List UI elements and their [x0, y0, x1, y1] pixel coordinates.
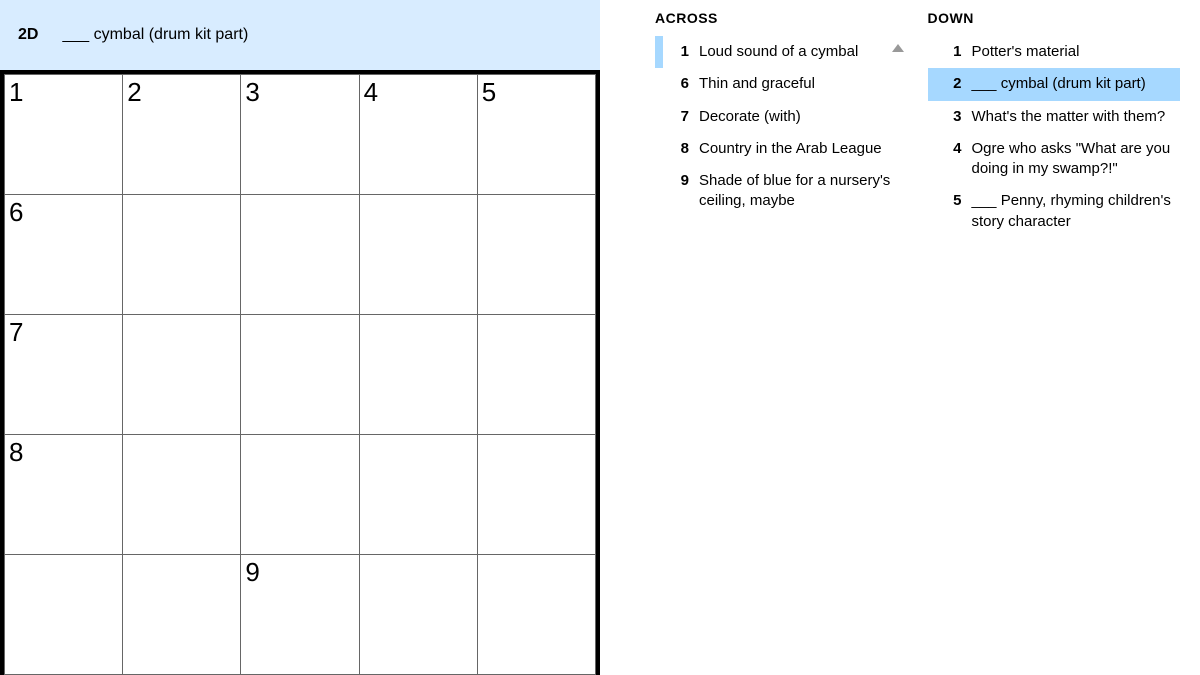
- grid-cell[interactable]: [123, 315, 241, 435]
- cell-number: 3: [245, 77, 259, 108]
- clue-item[interactable]: 3 What's the matter with them?: [928, 101, 1181, 133]
- clue-text: Potter's material: [972, 42, 1173, 62]
- grid-cell[interactable]: [241, 435, 359, 555]
- cell-number: 2: [127, 77, 141, 108]
- grid-cell[interactable]: [477, 435, 595, 555]
- clue-text: Country in the Arab League: [699, 139, 900, 159]
- grid-cell[interactable]: 4: [359, 75, 477, 195]
- clue-text: ___ Penny, rhyming children's story char…: [972, 191, 1173, 232]
- down-clue-list: 1 Potter's material 2 ___ cymbal (drum kit …: [928, 36, 1181, 238]
- clue-number: 8: [669, 139, 689, 159]
- clue-item[interactable]: 9Shade of blue for a nursery's ceiling, …: [655, 165, 908, 218]
- grid-cell[interactable]: 8: [5, 435, 123, 555]
- grid-cell[interactable]: 2: [123, 75, 241, 195]
- across-clue-list: 1 Loud sound of a cymbal 6 Thin and gracefu…: [655, 36, 908, 218]
- cell-number: 4: [364, 77, 378, 108]
- cell-number: 6: [9, 197, 23, 228]
- cell-number: 8: [9, 437, 23, 468]
- clue-item[interactable]: 6 Thin and graceful: [655, 68, 908, 100]
- clue-item[interactable]: 2 ___ cymbal (drum kit part): [928, 68, 1181, 100]
- current-clue-text: ___ cymbal (drum kit part): [62, 26, 248, 44]
- grid-cell[interactable]: [359, 555, 477, 675]
- grid-cell[interactable]: [241, 195, 359, 315]
- down-heading: DOWN: [928, 10, 1181, 26]
- clue-item[interactable]: 5___ Penny, rhyming children's story cha…: [928, 185, 1181, 238]
- clue-number: 9: [669, 171, 689, 212]
- clue-number: 5: [942, 191, 962, 232]
- caret-up-icon: [892, 44, 904, 52]
- clue-number: 6: [669, 74, 689, 94]
- cell-number: 9: [245, 557, 259, 588]
- grid-cell: [5, 555, 123, 675]
- clue-text: Shade of blue for a nursery's ceiling, m…: [699, 171, 900, 212]
- grid-cell[interactable]: [477, 195, 595, 315]
- grid-cell[interactable]: 9: [241, 555, 359, 675]
- grid-cell[interactable]: 7: [5, 315, 123, 435]
- clue-number: 1: [669, 42, 689, 62]
- clue-text: Loud sound of a cymbal: [699, 42, 900, 62]
- grid-cell[interactable]: [359, 195, 477, 315]
- grid-cell[interactable]: [359, 435, 477, 555]
- grid-cell[interactable]: 3: [241, 75, 359, 195]
- clue-number: 4: [942, 139, 962, 180]
- grid-cell[interactable]: [477, 555, 595, 675]
- clue-text: Thin and graceful: [699, 74, 900, 94]
- grid-cell: [123, 555, 241, 675]
- grid-cell[interactable]: [477, 315, 595, 435]
- clue-item[interactable]: 4Ogre who asks "What are you doing in my…: [928, 133, 1181, 186]
- clue-item[interactable]: 8 Country in the Arab League: [655, 133, 908, 165]
- grid-cell[interactable]: 6: [5, 195, 123, 315]
- cell-number: 1: [9, 77, 23, 108]
- down-column: DOWN 1 Potter's material 2 ___ cymbal (drum…: [928, 10, 1200, 675]
- current-clue-number: 2D: [18, 26, 38, 44]
- clue-text: ___ cymbal (drum kit part): [972, 74, 1173, 94]
- grid-cell[interactable]: [123, 435, 241, 555]
- clue-text: Decorate (with): [699, 107, 900, 127]
- clue-text: Ogre who asks "What are you doing in my …: [972, 139, 1173, 180]
- clue-item[interactable]: 1 Potter's material: [928, 36, 1181, 68]
- grid-cell[interactable]: 1: [5, 75, 123, 195]
- cell-number: 7: [9, 317, 23, 348]
- grid-cell[interactable]: [241, 315, 359, 435]
- clue-number: 1: [942, 42, 962, 62]
- cell-number: 5: [482, 77, 496, 108]
- crossword-grid: 1 2 3 4 5 6 7 8 9: [0, 70, 600, 675]
- grid-cell[interactable]: 5: [477, 75, 595, 195]
- across-column: ACROSS 1 Loud sound of a cymbal 6 Thin and …: [655, 10, 928, 675]
- clue-number: 7: [669, 107, 689, 127]
- clue-item[interactable]: 1 Loud sound of a cymbal: [655, 36, 908, 68]
- grid-cell[interactable]: [123, 195, 241, 315]
- across-heading: ACROSS: [655, 10, 908, 26]
- clue-text: What's the matter with them?: [972, 107, 1173, 127]
- grid-cell[interactable]: [359, 315, 477, 435]
- clue-item[interactable]: 7 Decorate (with): [655, 101, 908, 133]
- current-clue-bar[interactable]: 2D ___ cymbal (drum kit part): [0, 0, 600, 70]
- clue-number: 3: [942, 107, 962, 127]
- clue-number: 2: [942, 74, 962, 94]
